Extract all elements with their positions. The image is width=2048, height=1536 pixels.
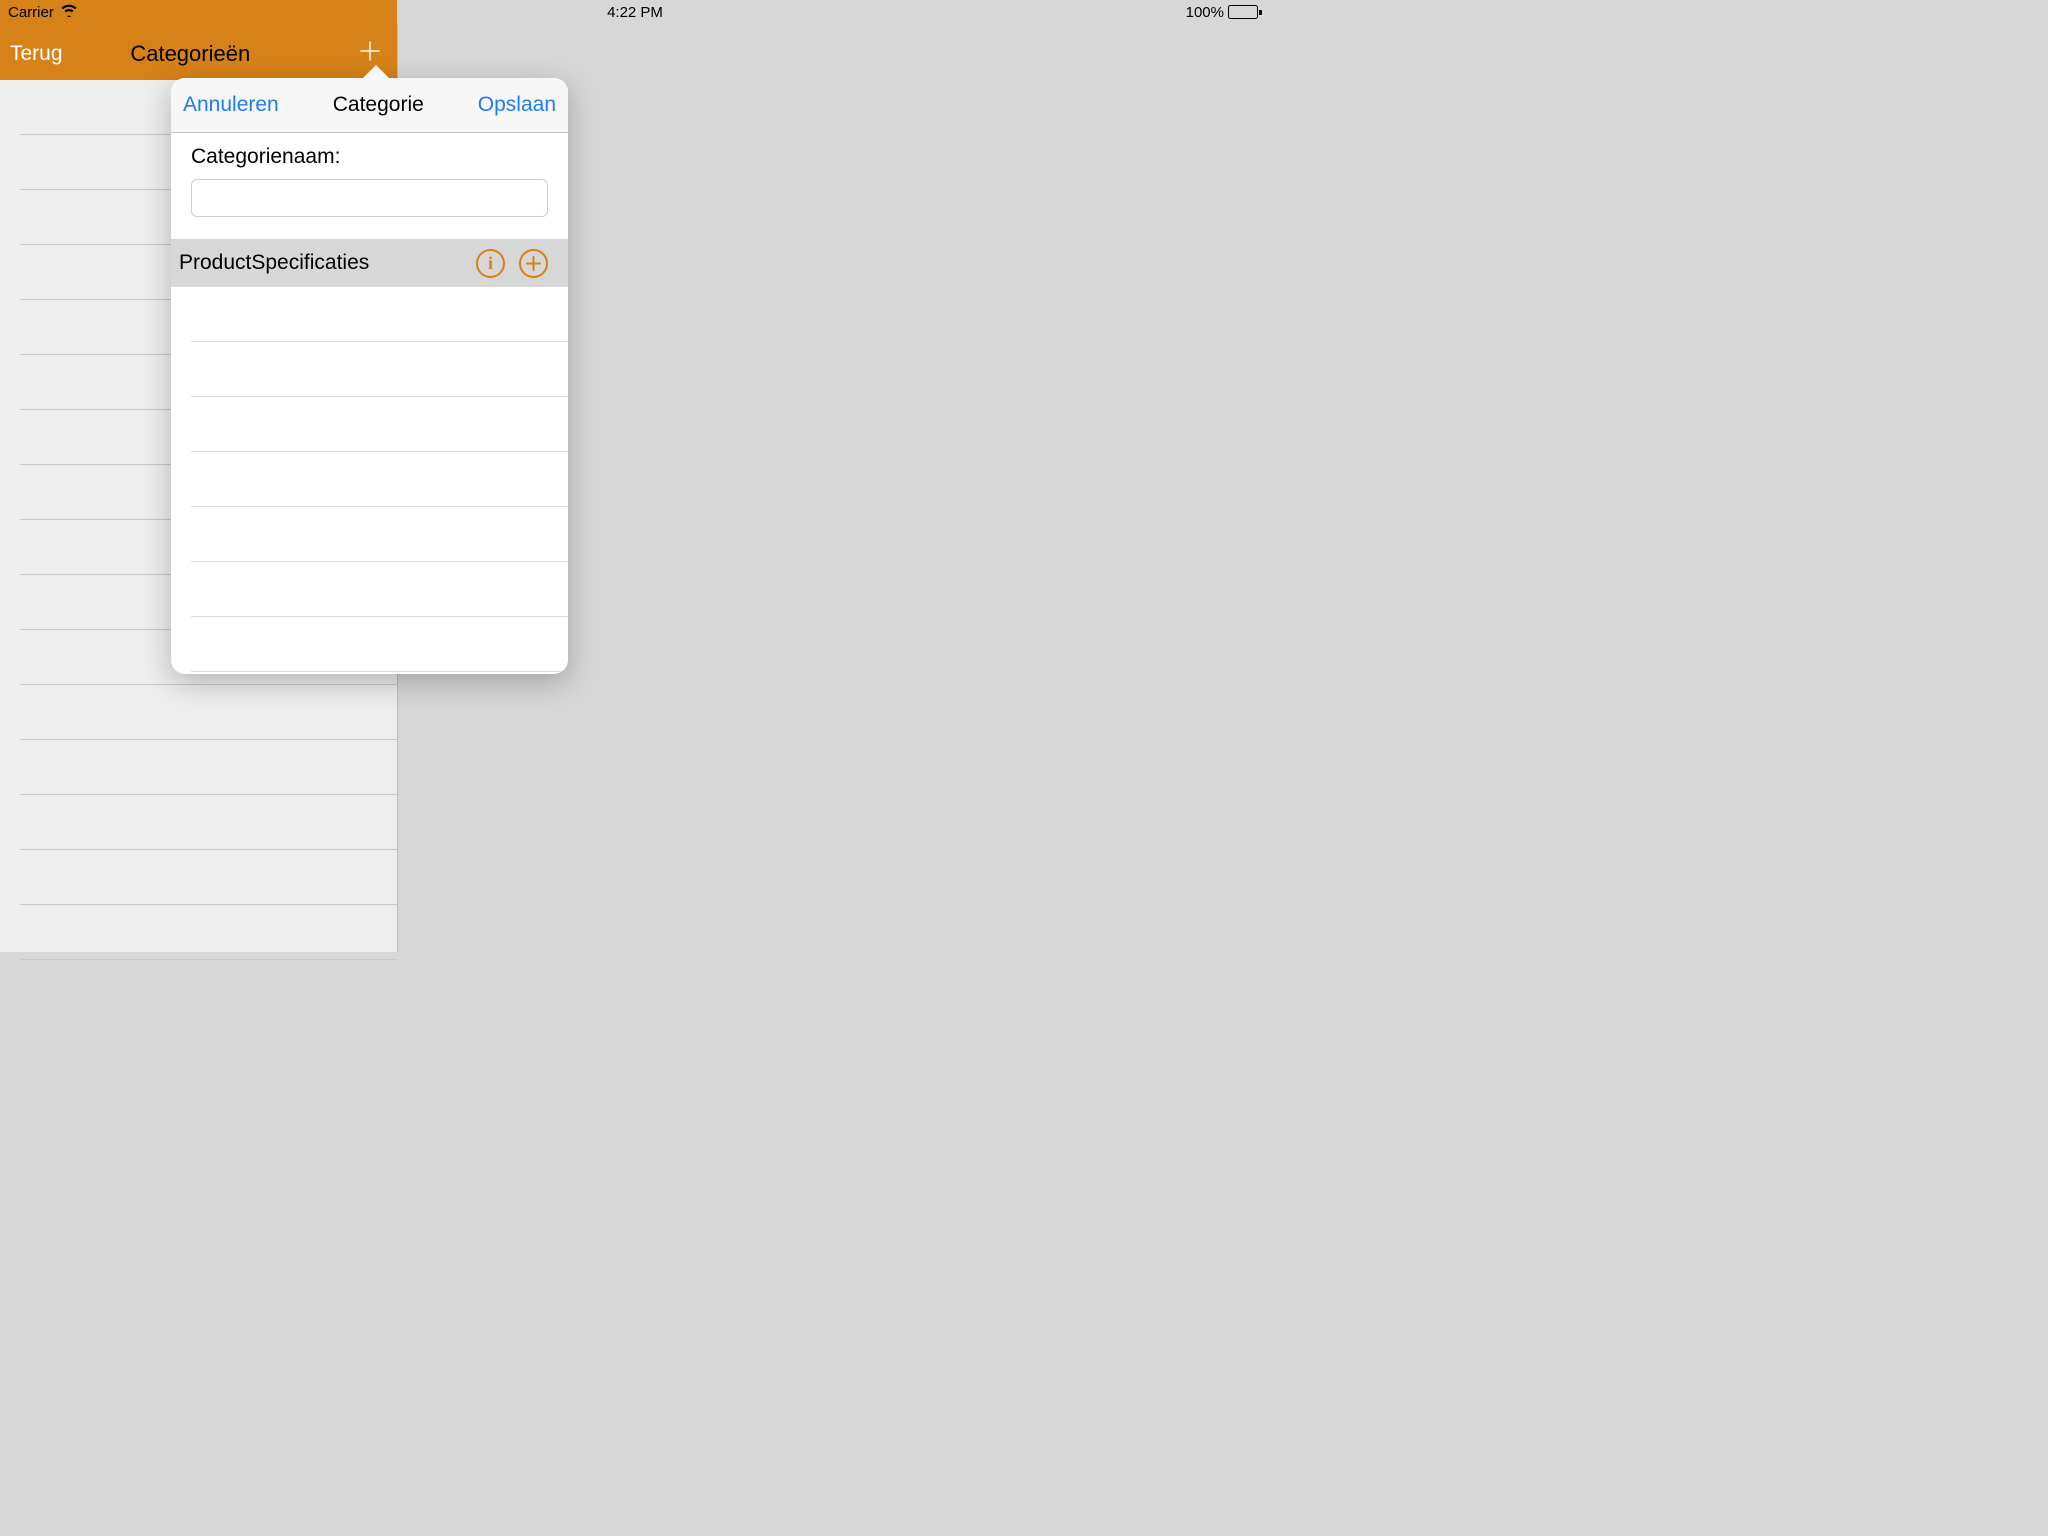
list-item[interactable] <box>191 342 568 397</box>
list-item[interactable] <box>20 850 397 905</box>
spec-section-header: ProductSpecificaties i <box>171 239 568 287</box>
battery-icon <box>1228 5 1262 19</box>
popover-title: Categorie <box>333 93 424 117</box>
page-title: Categorieën <box>23 41 358 67</box>
spec-add-button[interactable] <box>519 249 548 278</box>
list-item[interactable] <box>191 452 568 507</box>
list-item[interactable] <box>191 287 568 342</box>
wifi-icon <box>60 3 78 21</box>
status-bar: Carrier 4:22 PM 100% <box>0 0 1270 24</box>
category-name-label: Categorienaam: <box>191 145 548 169</box>
list-item[interactable] <box>20 795 397 850</box>
list-item[interactable] <box>20 685 397 740</box>
popover-header: Annuleren Categorie Opslaan <box>171 78 568 133</box>
list-item[interactable] <box>191 397 568 452</box>
list-item[interactable] <box>191 562 568 617</box>
battery-percent: 100% <box>1186 4 1224 21</box>
popover-form: Categorienaam: <box>171 133 568 239</box>
list-item[interactable] <box>20 905 397 960</box>
spec-section-title: ProductSpecificaties <box>179 251 462 275</box>
list-item[interactable] <box>191 507 568 562</box>
list-item[interactable] <box>191 617 568 672</box>
carrier-label: Carrier <box>8 4 54 21</box>
category-name-input[interactable] <box>191 179 548 217</box>
save-button[interactable]: Opslaan <box>478 93 556 117</box>
status-time: 4:22 PM <box>607 4 663 21</box>
popover-arrow <box>362 65 390 79</box>
cancel-button[interactable]: Annuleren <box>183 93 279 117</box>
list-item[interactable] <box>20 740 397 795</box>
info-icon: i <box>488 253 493 274</box>
popover-new-category: Annuleren Categorie Opslaan Categorienaa… <box>171 78 568 674</box>
plus-icon <box>525 255 542 272</box>
plus-icon <box>358 39 382 63</box>
spec-info-button[interactable]: i <box>476 249 505 278</box>
spec-list[interactable] <box>171 287 568 672</box>
